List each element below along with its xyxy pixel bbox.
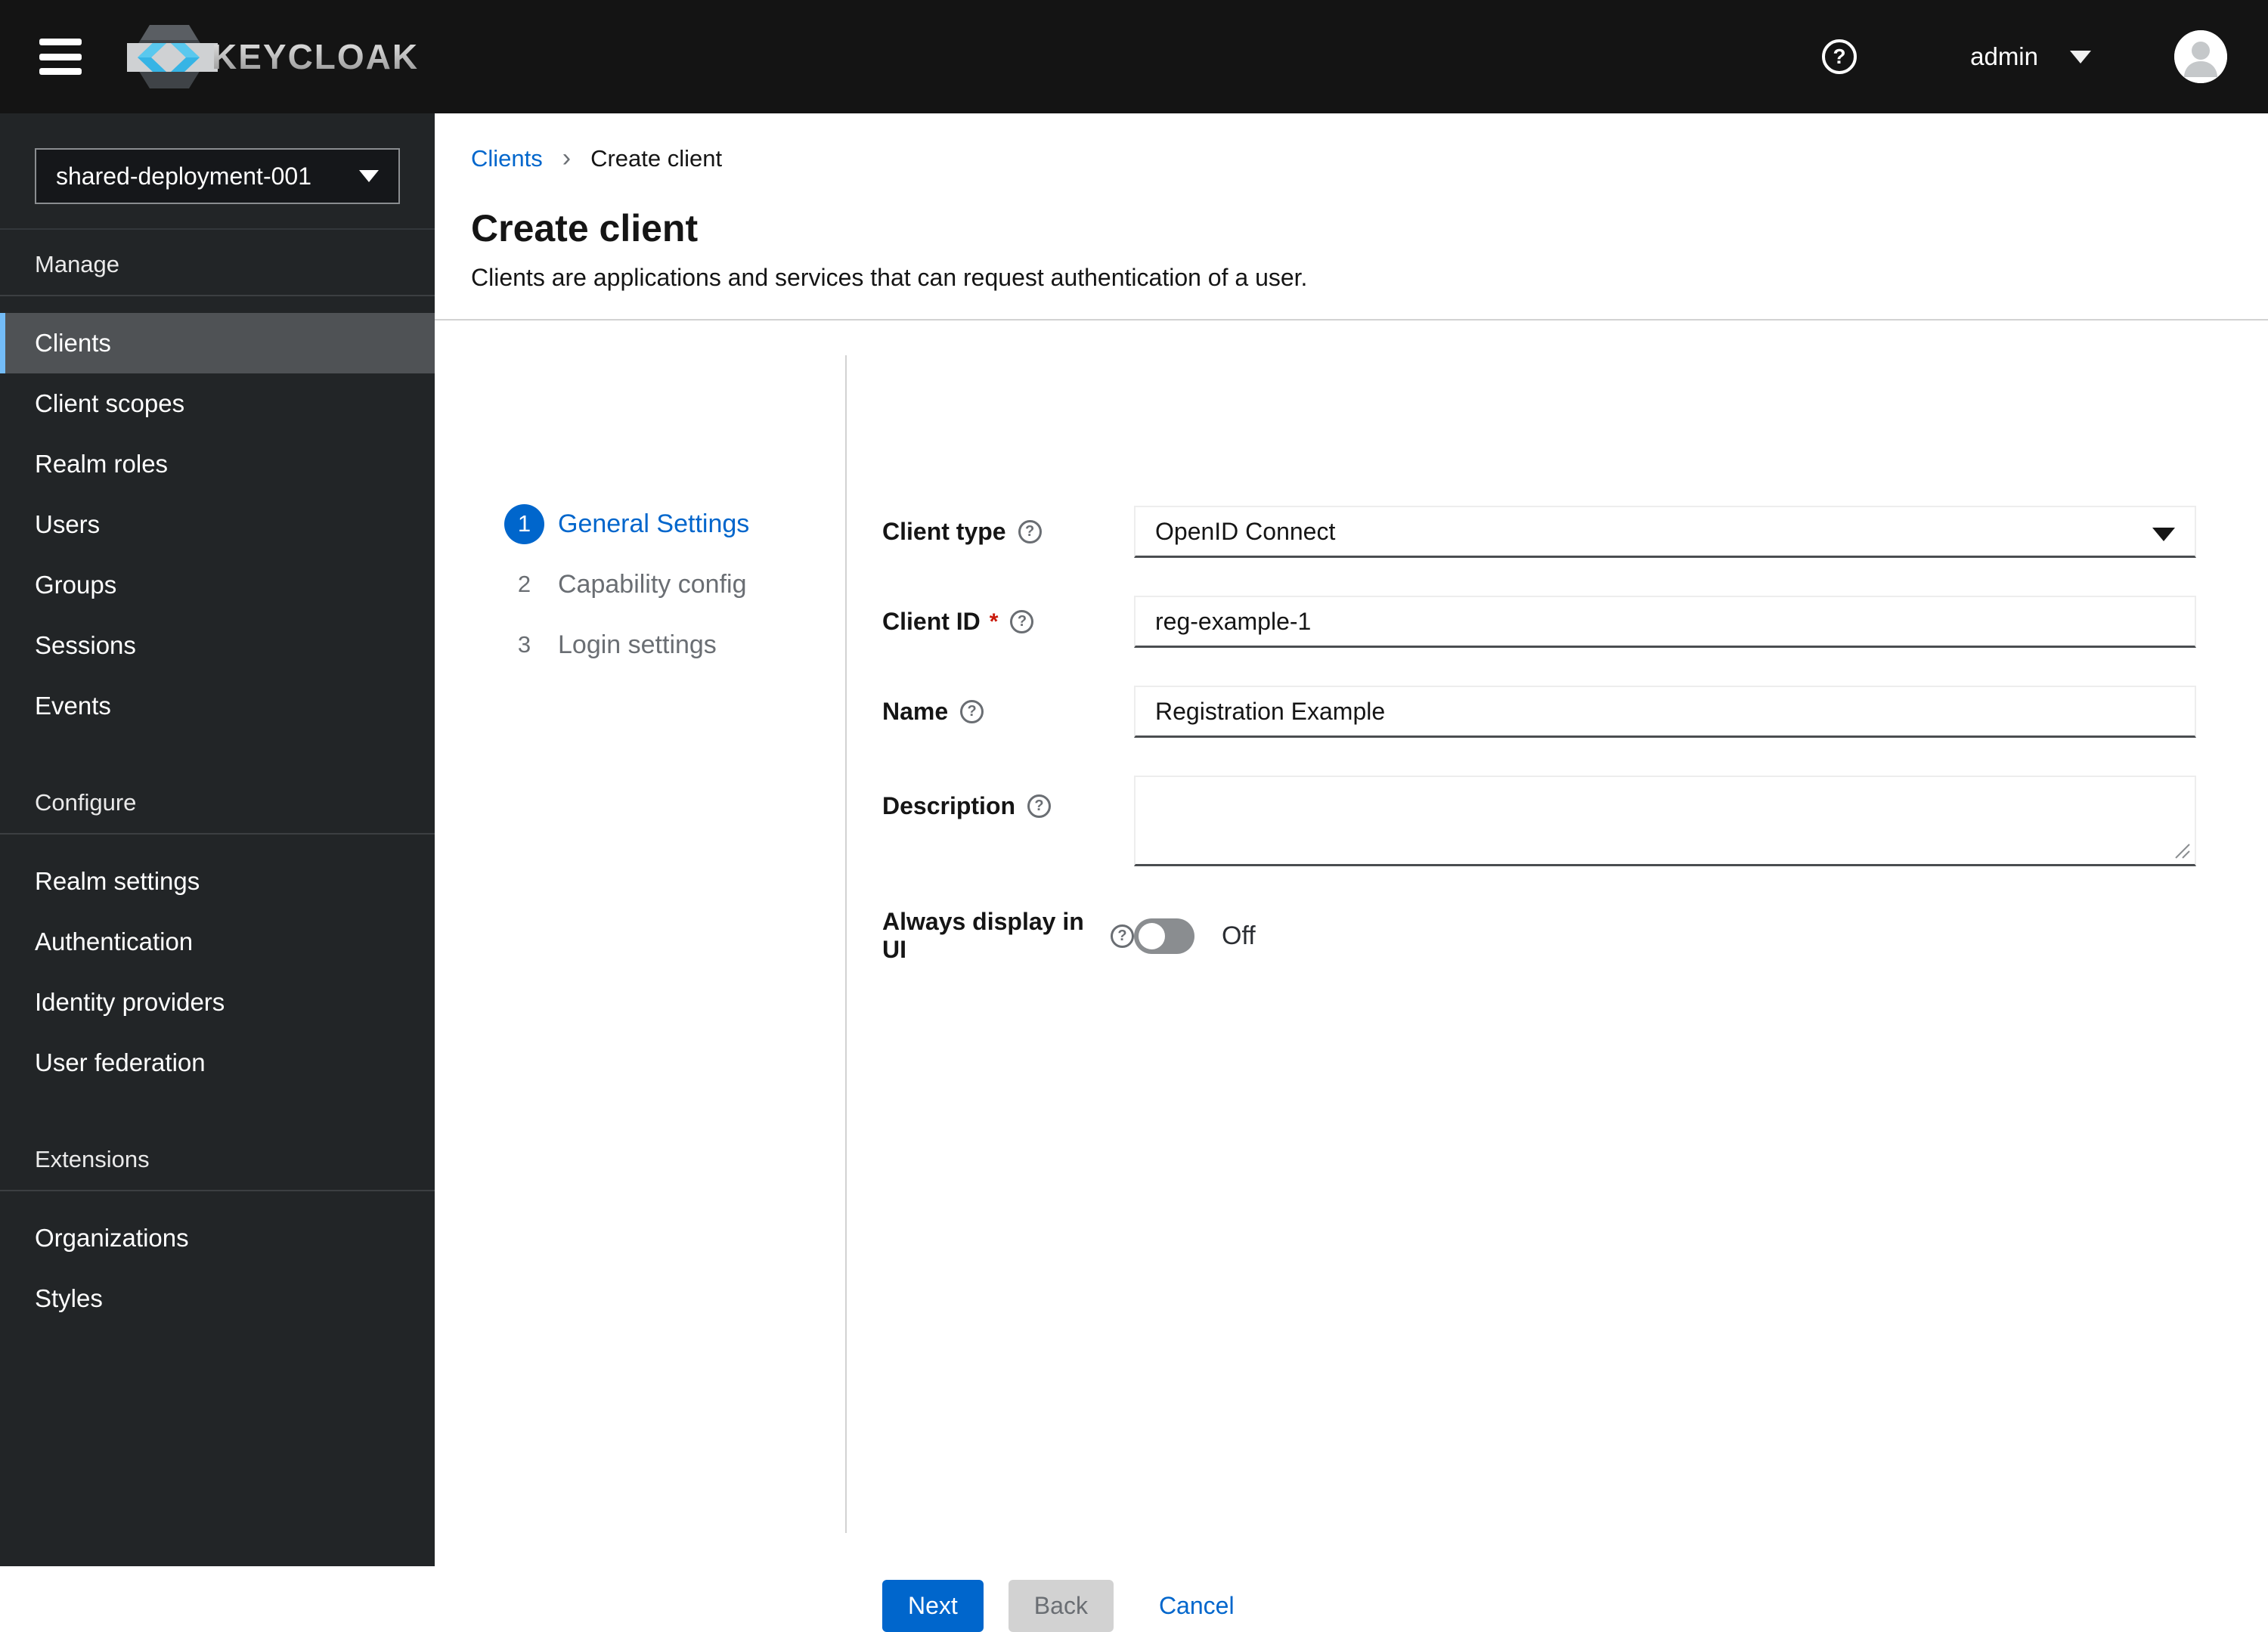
sidebar-item-realm-settings[interactable]: Realm settings (0, 851, 435, 912)
sidebar-item-realm-roles[interactable]: Realm roles (0, 434, 435, 494)
sidebar-item-user-federation[interactable]: User federation (0, 1033, 435, 1093)
step-label: Login settings (558, 630, 717, 659)
next-button[interactable]: Next (882, 1580, 984, 1632)
avatar[interactable] (2174, 30, 2227, 83)
keycloak-logo-icon (127, 19, 218, 94)
sidebar-item-client-scopes[interactable]: Client scopes (0, 373, 435, 434)
realm-name: shared-deployment-001 (56, 162, 311, 190)
toggle-knob (1139, 922, 1165, 949)
chevron-down-icon (359, 170, 379, 182)
wizard-actions: Next Back Cancel (882, 1580, 2266, 1632)
sidebar: shared-deployment-001 Manage Clients Cli… (0, 113, 435, 1566)
wizard-step-capability-config[interactable]: 2 Capability config (435, 554, 845, 615)
name-label: Name ? (882, 698, 1134, 726)
question-circle-icon[interactable]: ? (1111, 924, 1134, 948)
sidebar-item-organizations[interactable]: Organizations (0, 1208, 435, 1268)
question-circle-icon[interactable]: ? (1010, 610, 1034, 633)
breadcrumb-clients-link[interactable]: Clients (471, 145, 543, 172)
step-number: 3 (517, 631, 531, 658)
description-label: Description ? (882, 776, 1134, 820)
sidebar-item-styles[interactable]: Styles (0, 1268, 435, 1329)
breadcrumb: Clients › Create client (471, 144, 2268, 173)
step-label: General Settings (558, 509, 750, 538)
help-icon[interactable]: ? (1822, 39, 1857, 74)
name-row: Name ? (882, 686, 2266, 738)
always-display-row: Always display in UI ? Off (882, 908, 2266, 964)
keycloak-brand: KEYCLOAK (127, 19, 419, 94)
breadcrumb-current: Create client (590, 144, 723, 172)
client-type-label: Client type ? (882, 518, 1134, 546)
nav-section-configure: Configure Realm settings Authentication … (0, 768, 435, 1093)
step-number: 2 (517, 571, 531, 597)
brand-wordmark: KEYCLOAK (212, 37, 420, 76)
caret-down-icon (2152, 528, 2175, 541)
user-menu[interactable]: admin (1970, 42, 2091, 71)
client-id-label: Client ID * ? (882, 608, 1134, 636)
question-circle-icon[interactable]: ? (960, 700, 984, 723)
step-number: 1 (504, 503, 544, 544)
user-name: admin (1970, 42, 2038, 70)
page-title: Create client (471, 207, 699, 249)
masthead: KEYCLOAK ? admin (0, 0, 2268, 113)
client-id-input[interactable] (1134, 596, 2196, 648)
masthead-actions: ? admin (1822, 30, 2268, 83)
wizard-steps: 1 General Settings 2 Capability config 3… (435, 426, 845, 675)
nav-section-title: Manage (0, 251, 435, 296)
step-label: Capability config (558, 569, 747, 599)
sidebar-item-clients[interactable]: Clients (0, 313, 435, 373)
chevron-right-icon: › (562, 144, 572, 172)
client-type-select[interactable]: OpenID Connect (1134, 506, 2196, 558)
sidebar-item-identity-providers[interactable]: Identity providers (0, 972, 435, 1033)
nav-section-extensions: Extensions Organizations Styles (0, 1125, 435, 1329)
page-subtitle: Clients are applications and services th… (471, 264, 1308, 291)
sidebar-item-events[interactable]: Events (0, 676, 435, 736)
sidebar-item-authentication[interactable]: Authentication (0, 912, 435, 972)
description-textarea[interactable] (1134, 776, 2196, 866)
client-type-row: Client type ? OpenID Connect (882, 506, 2266, 558)
client-id-row: Client ID * ? (882, 596, 2266, 648)
realm-selector[interactable]: shared-deployment-001 (35, 148, 400, 204)
required-asterisk: * (989, 609, 999, 634)
question-circle-icon[interactable]: ? (1027, 794, 1052, 818)
chevron-down-icon (2070, 50, 2091, 63)
client-type-value: OpenID Connect (1155, 517, 1336, 545)
toggle-state-label: Off (1222, 921, 1256, 950)
header-divider (435, 319, 2268, 321)
create-client-form: Client type ? OpenID Connect Client ID *… (847, 426, 2266, 1632)
always-display-label: Always display in UI ? (882, 908, 1134, 964)
wizard-step-general-settings[interactable]: 1 General Settings (435, 494, 845, 554)
nav-section-title: Extensions (0, 1146, 435, 1191)
wizard-step-login-settings[interactable]: 3 Login settings (435, 615, 845, 675)
sidebar-item-sessions[interactable]: Sessions (0, 615, 435, 676)
name-input[interactable] (1134, 686, 2196, 738)
nav-toggle-hamburger-icon[interactable] (39, 39, 82, 75)
sidebar-item-groups[interactable]: Groups (0, 555, 435, 615)
sidebar-item-users[interactable]: Users (0, 494, 435, 555)
question-circle-icon[interactable]: ? (1018, 520, 1042, 543)
cancel-button[interactable]: Cancel (1159, 1580, 1235, 1632)
back-button[interactable]: Back (1008, 1580, 1114, 1632)
description-row: Description ? (882, 776, 2266, 870)
main-content: Clients › Create client Create client Cl… (435, 113, 2268, 1632)
nav-section-manage: Manage Clients Client scopes Realm roles… (0, 230, 435, 736)
nav-section-title: Configure (0, 789, 435, 835)
always-display-toggle[interactable] (1134, 918, 1194, 954)
